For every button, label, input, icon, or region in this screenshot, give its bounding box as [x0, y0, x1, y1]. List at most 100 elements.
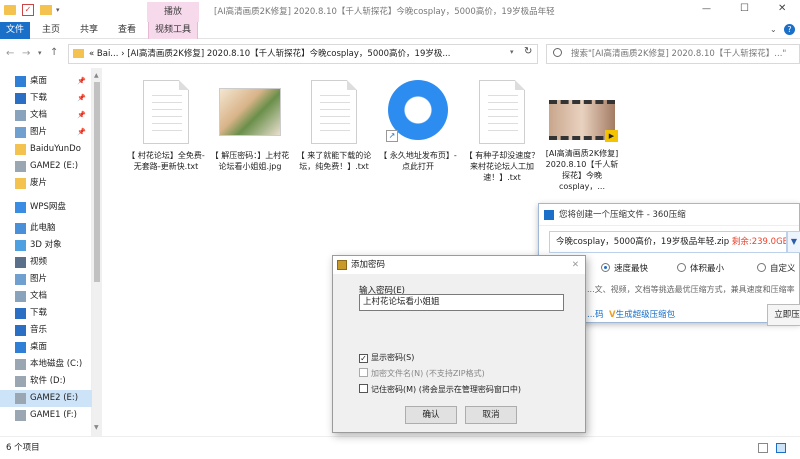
nav-item[interactable]: 文档	[0, 288, 92, 305]
nav-item[interactable]: WPS网盘	[0, 199, 92, 216]
file-item[interactable]: 【 解压密码：】上村花论坛看小姐姐.jpg	[210, 80, 290, 172]
scroll-thumb[interactable]	[94, 82, 100, 282]
nav-item[interactable]: 桌面 📌	[0, 73, 92, 90]
cancel-button[interactable]: 取消	[465, 406, 517, 424]
large-icons-view-icon[interactable]	[776, 443, 786, 453]
drive-icon	[15, 359, 26, 370]
password-link[interactable]: ...码	[587, 308, 604, 320]
maximize-button[interactable]: ☐	[740, 3, 749, 14]
ribbon-tabs: 文件 主页 共享 查看 视频工具 ⌄ ?	[0, 22, 800, 39]
nav-item[interactable]: 桌面	[0, 339, 92, 356]
forward-arrow-icon[interactable]: →	[22, 48, 30, 59]
text-line	[152, 109, 182, 110]
nav-item[interactable]: GAME1 (F:)	[0, 407, 92, 424]
nav-item[interactable]: 此电脑	[0, 220, 92, 237]
nav-item-label: 文档	[30, 291, 48, 301]
option-custom[interactable]: 自定义	[757, 262, 796, 274]
tab-file[interactable]: 文件	[0, 22, 30, 39]
desktop-icon	[15, 342, 26, 353]
dialog-close-icon[interactable]: ✕	[572, 256, 579, 274]
nav-item[interactable]: 图片 📌	[0, 124, 92, 141]
file-item[interactable]: 【 村花论坛】全免费-无套路-更新快.txt	[126, 80, 206, 172]
nav-item-label: 桌面	[30, 342, 48, 352]
option-fastest[interactable]: 速度最快	[601, 262, 648, 274]
compress-filename-dropdown-icon[interactable]: ▼	[787, 231, 800, 253]
documents-icon	[15, 291, 26, 302]
properties-icon[interactable]: ✓	[22, 4, 34, 16]
details-view-icon[interactable]	[758, 443, 768, 453]
download-icon	[15, 308, 26, 319]
tab-share[interactable]: 共享	[74, 22, 104, 39]
nav-item-label: 软件 (D:)	[30, 376, 66, 386]
refresh-icon[interactable]: ↻	[524, 46, 532, 57]
file-name: 【 解压密码：】上村花论坛看小姐姐.jpg	[210, 151, 290, 171]
checkbox-box	[359, 384, 368, 393]
nav-item-label: WPS网盘	[30, 202, 66, 212]
compress-now-button[interactable]: 立即压	[767, 304, 800, 326]
drive-icon	[15, 393, 26, 404]
nav-item[interactable]: GAME2 (E:)	[0, 158, 92, 175]
remaining-space: 剩余:239.0GB	[731, 237, 787, 247]
nav-item[interactable]: 图片	[0, 271, 92, 288]
nav-item[interactable]: 文档 📌	[0, 107, 92, 124]
address-bar[interactable]: « Bai... › [AI高清画质2K修复] 2020.8.10【千人斩探花】…	[68, 44, 538, 64]
tab-video-tools[interactable]: 视频工具	[148, 22, 198, 39]
option-smallest[interactable]: 体积最小	[677, 262, 724, 274]
nav-item[interactable]: BaiduYunDo	[0, 141, 92, 158]
recent-locations-icon[interactable]: ▾	[38, 49, 42, 57]
search-icon	[553, 48, 562, 57]
search-input[interactable]: 搜索"[AI高清画质2K修复] 2020.8.10【千人斩探花】..."	[546, 44, 800, 64]
cloud-icon	[15, 202, 26, 213]
text-file-icon	[479, 80, 525, 144]
up-arrow-icon[interactable]: ↑	[50, 47, 58, 58]
encrypt-filenames-checkbox[interactable]: 加密文件名(N) (不支持ZIP格式)	[359, 368, 485, 379]
file-item[interactable]: ↗ 【 永久地址发布页】-点此打开	[378, 80, 458, 172]
scroll-down-icon[interactable]: ▼	[94, 424, 99, 431]
scroll-up-icon[interactable]: ▲	[94, 72, 99, 79]
compress-filename-field[interactable]: 今晚cosplay，5000高价，19岁极品年轻.zip 剩余:239.0GB	[549, 231, 787, 253]
nav-item[interactable]: 废片	[0, 175, 92, 192]
new-folder-icon[interactable]	[40, 5, 52, 15]
nav-item[interactable]: 下载 📌	[0, 90, 92, 107]
minimize-button[interactable]: —	[702, 4, 711, 14]
nav-scrollbar[interactable]: ▲ ▼	[92, 68, 102, 436]
quick-access-dropdown-icon[interactable]: ▾	[56, 6, 60, 14]
nav-item[interactable]: GAME2 (E:)	[0, 390, 92, 407]
compress-hint: ...文、视频，文档等挑选最优压缩方式，兼具速度和压缩率	[587, 285, 795, 294]
drive-icon	[15, 410, 26, 421]
text-line	[320, 123, 350, 124]
show-password-checkbox[interactable]: ✓ 显示密码(S)	[359, 352, 414, 363]
compress-dialog-title: 您将创建一个压缩文件 - 360压缩	[539, 204, 799, 226]
password-input[interactable]: 上村花论坛看小姐姐	[359, 294, 564, 311]
checkbox-label: 加密文件名(N)	[371, 369, 424, 378]
file-name: 【 来了就能下载的论坛，纯免费！】.txt	[296, 151, 372, 171]
checkbox-note: (不支持ZIP格式)	[425, 369, 485, 378]
nav-item[interactable]: 本地磁盘 (C:)	[0, 356, 92, 373]
nav-item[interactable]: 下载	[0, 305, 92, 322]
help-icon[interactable]: ?	[784, 24, 795, 35]
back-arrow-icon[interactable]: ←	[6, 48, 14, 59]
file-item[interactable]: 【 有种子却没速度？来村花论坛人工加速！】.txt	[462, 80, 542, 183]
file-item[interactable]: ▶ [AI高清画质2K修复] 2020.8.10【千人斩探花】今晚cosplay，…	[542, 80, 622, 192]
nav-item-label: GAME2 (E:)	[30, 393, 79, 403]
nav-item-label: BaiduYunDo	[30, 144, 81, 154]
nav-item[interactable]: 3D 对象	[0, 237, 92, 254]
close-button[interactable]: ✕	[778, 3, 786, 14]
ribbon-collapse-icon[interactable]: ⌄	[770, 25, 777, 34]
text-line	[152, 116, 182, 117]
pin-icon: 📌	[77, 128, 86, 136]
nav-item-label: 视频	[30, 257, 48, 267]
super-compress-link[interactable]: V生成超级压缩包	[609, 308, 675, 320]
password-dialog: 添加密码 ✕ 输入密码(E) 上村花论坛看小姐姐 ✓ 显示密码(S) 加密文件名(…	[332, 255, 586, 433]
remember-password-checkbox[interactable]: 记住密码(M) (将会显示在管理密码窗口中)	[359, 384, 521, 395]
tab-home[interactable]: 主页	[36, 22, 66, 39]
address-dropdown-icon[interactable]: ▾	[510, 48, 514, 56]
text-line	[488, 116, 518, 117]
nav-item[interactable]: 视频	[0, 254, 92, 271]
nav-item[interactable]: 软件 (D:)	[0, 373, 92, 390]
tab-view[interactable]: 查看	[112, 22, 142, 39]
ok-button[interactable]: 确认	[405, 406, 457, 424]
desktop-icon	[15, 76, 26, 87]
nav-item[interactable]: 音乐	[0, 322, 92, 339]
file-item[interactable]: 【 来了就能下载的论坛，纯免费！】.txt	[294, 80, 374, 172]
